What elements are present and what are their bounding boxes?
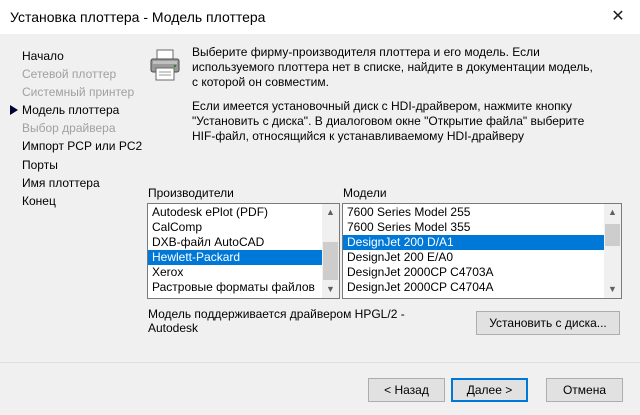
manufacturer-item[interactable]: Xerox (148, 265, 322, 280)
scroll-down-icon[interactable]: ▼ (322, 281, 339, 298)
step-start: Начало (22, 49, 64, 63)
manufacturer-item[interactable]: CalComp (148, 220, 322, 235)
manufacturer-item[interactable]: Растровые форматы файлов (148, 280, 322, 295)
model-item[interactable]: DesignJet 2000CP C4703A (343, 265, 604, 280)
printer-icon (150, 49, 180, 81)
manufacturer-item[interactable]: Autodesk ePlot (PDF) (148, 205, 322, 220)
scroll-up-icon[interactable]: ▲ (322, 204, 339, 221)
window-title: Установка плоттера - Модель плоттера (10, 9, 266, 25)
title-bar: Установка плоттера - Модель плоттера ✕ (0, 0, 640, 34)
step-network-plotter: Сетевой плоттер (22, 67, 117, 81)
triangle-right-icon (10, 105, 18, 115)
manufacturers-scrollbar[interactable]: ▲ ▼ (322, 204, 339, 298)
instructions: Выберите фирму-производителя плоттера и … (192, 45, 622, 144)
step-plotter-name: Имя плоттера (22, 176, 100, 190)
instruction-line: Если имеется установочный диск с HDI-дра… (192, 99, 572, 113)
scroll-down-icon[interactable]: ▼ (604, 281, 621, 298)
back-button[interactable]: < Назад (368, 378, 445, 402)
scroll-thumb[interactable] (323, 242, 338, 280)
instruction-line: HIF-файл, относящийся к устанавливаемому… (192, 129, 525, 143)
step-system-printer: Системный принтер (22, 85, 135, 99)
manufacturer-item[interactable]: DXB-файл AutoCAD (148, 235, 322, 250)
step-plotter-model: Модель плоттера (22, 103, 120, 117)
model-item[interactable]: DesignJet 2000CP C4704A (343, 280, 604, 295)
model-item[interactable]: 7600 Series Model 255 (343, 205, 604, 220)
step-finish: Конец (22, 194, 56, 208)
manufacturers-label: Производители (148, 186, 234, 200)
models-label: Модели (343, 186, 387, 200)
instruction-line: с которой он совместим. (192, 75, 329, 89)
driver-info: Модель поддерживается драйвером HPGL/2 -… (148, 307, 405, 335)
driver-info-line: Модель поддерживается драйвером HPGL/2 - (148, 307, 405, 321)
separator (0, 362, 640, 363)
step-ports: Порты (22, 158, 58, 172)
step-import-pcp: Импорт PCP или PC2 (22, 139, 143, 153)
model-item-selected[interactable]: DesignJet 200 D/A1 (343, 235, 604, 250)
step-select-driver: Выбор драйвера (22, 121, 116, 135)
driver-info-line: Autodesk (148, 321, 199, 335)
models-list[interactable]: 7600 Series Model 255 7600 Series Model … (342, 203, 622, 299)
instruction-line: "Установить с диска". В диалоговом окне … (192, 114, 585, 128)
scroll-thumb[interactable] (605, 224, 620, 246)
model-item[interactable]: DesignJet 200 E/A0 (343, 250, 604, 265)
model-item[interactable]: 7600 Series Model 355 (343, 220, 604, 235)
next-button[interactable]: Далее > (451, 378, 528, 402)
close-icon[interactable]: ✕ (604, 5, 632, 29)
cancel-button[interactable]: Отмена (546, 378, 623, 402)
instruction-line: используемого плоттера нет в списке, най… (192, 60, 593, 74)
install-from-disk-button[interactable]: Установить с диска... (476, 311, 620, 335)
scroll-up-icon[interactable]: ▲ (604, 204, 621, 221)
manufacturers-list[interactable]: Autodesk ePlot (PDF) CalComp DXB-файл Au… (147, 203, 340, 299)
models-scrollbar[interactable]: ▲ ▼ (604, 204, 621, 298)
instruction-line: Выберите фирму-производителя плоттера и … (192, 45, 540, 59)
manufacturer-item-selected[interactable]: Hewlett-Packard (148, 250, 322, 265)
